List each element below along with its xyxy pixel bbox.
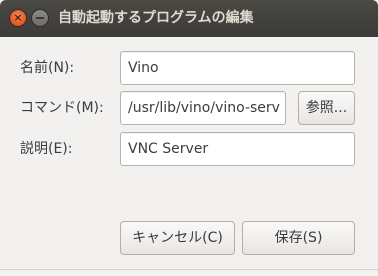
minimize-icon (36, 17, 44, 19)
comment-field[interactable]: VNC Server (120, 132, 355, 166)
edit-startup-program-dialog: × 自動起動するプログラムの編集 名前(N): Vino コマンド(M): /u… (0, 0, 378, 276)
save-button[interactable]: 保存(S) (242, 221, 355, 255)
comment-label: 説明(E): (20, 141, 73, 157)
name-field[interactable]: Vino (120, 51, 355, 85)
browse-button[interactable]: 参照... (298, 91, 355, 125)
cancel-button[interactable]: キャンセル(C) (120, 221, 235, 255)
name-label: 名前(N): (20, 60, 75, 76)
window-title: 自動起動するプログラムの編集 (58, 10, 254, 26)
close-window-button[interactable]: × (9, 9, 27, 27)
title-bar[interactable]: × 自動起動するプログラムの編集 (0, 0, 378, 37)
window-bottom-edge (0, 269, 378, 270)
command-label: コマンド(M): (20, 100, 104, 116)
close-icon: × (13, 11, 23, 24)
command-field[interactable]: /usr/lib/vino/vino-serv (120, 91, 286, 125)
minimize-window-button[interactable] (31, 9, 49, 27)
